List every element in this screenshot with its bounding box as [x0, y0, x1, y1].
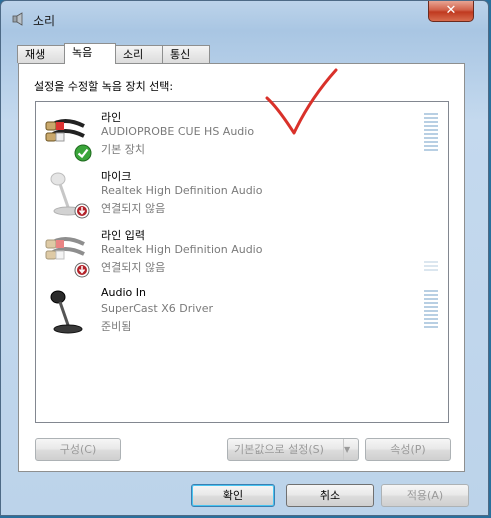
sound-dialog: 소리 ✕ 재생 녹음 소리 통신 설정을 수정할 녹음 장치 선택: 라인 AU…: [0, 0, 489, 516]
level-meter: [424, 261, 438, 271]
ok-label: 확인: [222, 489, 244, 502]
tab-label: 재생: [25, 48, 46, 61]
configure-label: 구성(C): [59, 443, 97, 456]
close-button[interactable]: ✕: [428, 1, 474, 22]
device-status: 기본 장치: [101, 143, 145, 156]
device-name: 라인 입력: [101, 229, 145, 242]
device-driver: SuperCast X6 Driver: [101, 302, 214, 315]
tab-sounds[interactable]: 소리: [115, 45, 163, 63]
device-item-microphone[interactable]: 마이크 Realtek High Definition Audio 연결되지 않…: [36, 166, 448, 225]
device-status: 연결되지 않음: [101, 202, 166, 215]
close-icon: ✕: [445, 3, 457, 18]
unplugged-arrow-icon: [74, 262, 90, 278]
device-name: Audio In: [101, 286, 146, 299]
properties-button[interactable]: 속성(P): [365, 438, 451, 461]
device-item-line-input[interactable]: 라인 입력 Realtek High Definition Audio 연결되지…: [36, 225, 448, 284]
device-driver: AUDIOPROBE CUE HS Audio: [101, 125, 255, 138]
device-name: 마이크: [101, 170, 132, 183]
device-status: 준비됨: [101, 320, 132, 333]
unplugged-arrow-icon: [74, 203, 90, 219]
level-meter: [424, 113, 438, 153]
speaker-icon: [12, 12, 23, 26]
checkmark-annotation-icon: [265, 68, 338, 135]
properties-label: 속성(P): [390, 443, 426, 456]
device-name: 라인: [101, 111, 122, 124]
apply-label: 적용(A): [406, 489, 444, 502]
title-bar[interactable]: 소리 ✕: [1, 1, 488, 35]
device-item-audio-in[interactable]: Audio In SuperCast X6 Driver 준비됨: [36, 284, 448, 343]
tab-label: 통신: [170, 48, 191, 61]
window-title: 소리: [33, 14, 56, 28]
device-item-line[interactable]: 라인 AUDIOPROBE CUE HS Audio 기본 장치: [36, 107, 448, 166]
device-driver: Realtek High Definition Audio: [101, 243, 263, 256]
tab-playback[interactable]: 재생: [17, 45, 65, 63]
tab-communications[interactable]: 통신: [162, 45, 210, 63]
instruction-label: 설정을 수정할 녹음 장치 선택:: [34, 80, 174, 93]
tab-label: 녹음: [72, 46, 93, 59]
recording-panel: 설정을 수정할 녹음 장치 선택: 라인 AUDIOPROBE CUE HS A: [18, 63, 465, 472]
level-meter: [424, 290, 438, 330]
ok-button[interactable]: 확인: [191, 484, 275, 507]
tab-label: 소리: [123, 48, 144, 61]
set-default-label: 기본값으로 설정(S): [234, 443, 324, 456]
configure-button[interactable]: 구성(C): [35, 438, 121, 461]
default-check-icon: [74, 144, 92, 162]
cancel-button[interactable]: 취소: [286, 484, 374, 507]
chevron-down-icon[interactable]: ▼: [343, 439, 358, 460]
device-driver: Realtek High Definition Audio: [101, 184, 263, 197]
tab-recording[interactable]: 녹음: [64, 43, 116, 64]
device-list[interactable]: 라인 AUDIOPROBE CUE HS Audio 기본 장치 마이크 Rea…: [35, 101, 449, 423]
cancel-label: 취소: [319, 489, 341, 502]
microphone-icon: [50, 290, 83, 334]
set-default-button[interactable]: 기본값으로 설정(S) ▼: [227, 438, 359, 461]
device-status: 연결되지 않음: [101, 261, 166, 274]
apply-button[interactable]: 적용(A): [381, 484, 469, 507]
